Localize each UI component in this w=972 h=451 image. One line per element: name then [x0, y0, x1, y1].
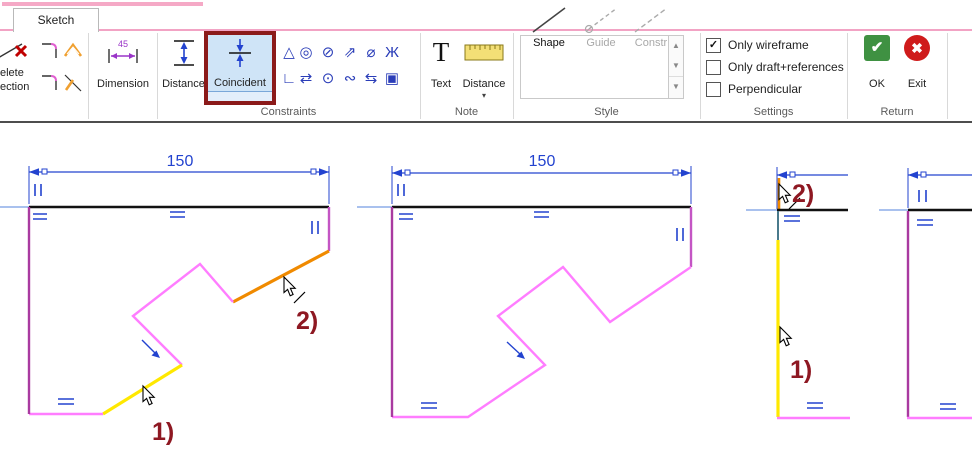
delete-section-label[interactable]: elete ection	[0, 66, 40, 94]
tab-underline	[0, 29, 972, 31]
checkbox-label: Only draft+references	[728, 60, 844, 74]
radius-constraint-icon[interactable]: ⊙	[318, 70, 338, 88]
step1-label: 1)	[790, 356, 812, 384]
dim-arrow-right	[319, 168, 329, 176]
group-separator	[88, 33, 89, 119]
coincident-button[interactable]: Coincident	[208, 35, 272, 101]
sketch4	[879, 168, 972, 418]
step1-label: 1)	[152, 418, 174, 446]
checkbox-box[interactable]: ✓	[706, 38, 721, 53]
distance-constraint-icon	[160, 37, 207, 71]
move-direction-arrow	[507, 342, 525, 359]
cursor-arrow	[779, 184, 790, 203]
sketch3: 2) 1)	[746, 167, 850, 418]
text-icon: T	[424, 37, 458, 71]
gallery-scroll-up-icon[interactable]: ▲	[669, 36, 683, 56]
distance-constraint-button[interactable]: Distance	[160, 33, 207, 105]
constraints-group-label: Constraints	[157, 106, 420, 118]
ok-check-icon: ✔	[864, 35, 890, 61]
exit-cross-icon: ✖	[904, 35, 930, 61]
constraint-marks	[917, 190, 956, 409]
ribbon-bottom-border	[0, 121, 972, 123]
pick-line-indicator	[294, 292, 305, 303]
dim-grip[interactable]	[921, 172, 926, 177]
group-separator	[947, 33, 948, 119]
equal-length-constraint-icon[interactable]: ⇄	[296, 70, 316, 88]
tangent-constraint-icon[interactable]: ⊘	[318, 44, 338, 62]
highlighted-segment-2[interactable]	[233, 251, 329, 302]
direction-constraint-icon[interactable]: ⇗	[340, 44, 360, 62]
gallery-expand-icon[interactable]: ▼	[669, 76, 683, 97]
dim-grip[interactable]	[311, 169, 316, 174]
trim-icon[interactable]	[0, 40, 30, 62]
equal-radius-constraint-icon[interactable]: ∾	[340, 70, 360, 88]
tab-sketch[interactable]: Sketch	[13, 8, 99, 32]
cursor-arrow	[780, 327, 791, 346]
dimension-button[interactable]: 45 Dimension	[92, 33, 154, 105]
checkbox-label: Only wireframe	[728, 38, 809, 52]
dim-grip[interactable]	[42, 169, 47, 174]
note-group-label: Note	[420, 106, 513, 118]
step2-label: 2)	[296, 307, 318, 335]
fillet-corner-icon[interactable]	[38, 72, 60, 94]
return-group-label: Return	[847, 106, 947, 118]
step2-label: 2)	[792, 180, 814, 208]
concentric-constraint-icon[interactable]: ◎	[296, 44, 316, 62]
dim-arrow	[908, 171, 918, 179]
text-button[interactable]: T Text	[424, 33, 458, 105]
move-direction-arrow	[142, 340, 160, 358]
sketch1: 150 2) 1)	[0, 153, 329, 446]
style-item-guide[interactable]: Guide	[576, 37, 626, 49]
parallel-constraint-icon[interactable]: ⇆	[361, 70, 381, 88]
symmetry-constraint-icon[interactable]: Ж	[382, 44, 402, 62]
dim-grip[interactable]	[790, 172, 795, 177]
ribbon: Sketch elete ection 45	[0, 0, 972, 127]
exit-button[interactable]: ✖ Exit	[898, 33, 936, 105]
style-gallery-scrollbar[interactable]: ▲ ▼ ▼	[668, 35, 684, 99]
dim-grip[interactable]	[405, 170, 410, 175]
gallery-scroll-down-icon[interactable]: ▼	[669, 56, 683, 76]
coincident-button-strip	[208, 91, 272, 101]
window-accent-strip	[2, 2, 203, 6]
chamfer-line-icon[interactable]	[62, 72, 84, 94]
constraint-marks	[398, 184, 683, 408]
dimension-icon: 45	[92, 37, 154, 71]
zigzag-edges[interactable]	[392, 267, 691, 417]
checkbox-box[interactable]: ✓	[706, 60, 721, 75]
dim-arrow-left	[392, 169, 402, 177]
checkbox-box[interactable]: ✓	[706, 82, 721, 97]
fix-constraint-icon[interactable]: ⌀	[361, 44, 381, 62]
coincident-highlight-box: Coincident	[204, 31, 276, 105]
style-item-shape[interactable]: Shape	[524, 37, 574, 49]
dim-arrow-right	[681, 169, 691, 177]
dimension-value[interactable]: 150	[529, 153, 556, 170]
dim-grip[interactable]	[673, 170, 678, 175]
chamfer-icon[interactable]	[62, 40, 84, 60]
dim-arrow	[777, 171, 787, 179]
ok-button[interactable]: ✔ OK	[858, 33, 896, 105]
style-group-label: Style	[513, 106, 700, 118]
note-distance-button[interactable]: Distance ▾	[458, 33, 510, 105]
distance-dropdown-arrow[interactable]: ▾	[458, 91, 510, 100]
sketch2: 150	[357, 153, 691, 417]
cursor-arrow	[143, 386, 154, 405]
fillet-icon[interactable]	[38, 40, 60, 62]
midpoint-constraint-icon[interactable]: ▣	[382, 70, 402, 88]
svg-text:45: 45	[118, 39, 128, 49]
cursor-arrow	[284, 277, 295, 296]
dim-arrow-left	[29, 168, 39, 176]
ruler-icon	[458, 37, 510, 71]
sketch-canvas[interactable]: 150 2) 1) 150	[0, 127, 972, 446]
construction-line-icon	[631, 5, 671, 35]
checkbox-label: Perpendicular	[728, 82, 802, 96]
dimension-value[interactable]: 150	[167, 153, 194, 170]
constraint-marks	[33, 184, 318, 404]
solid-line-icon	[529, 5, 569, 35]
guide-line-icon	[581, 5, 621, 35]
settings-group-label: Settings	[700, 106, 847, 118]
zigzag-edges[interactable]	[133, 264, 233, 365]
